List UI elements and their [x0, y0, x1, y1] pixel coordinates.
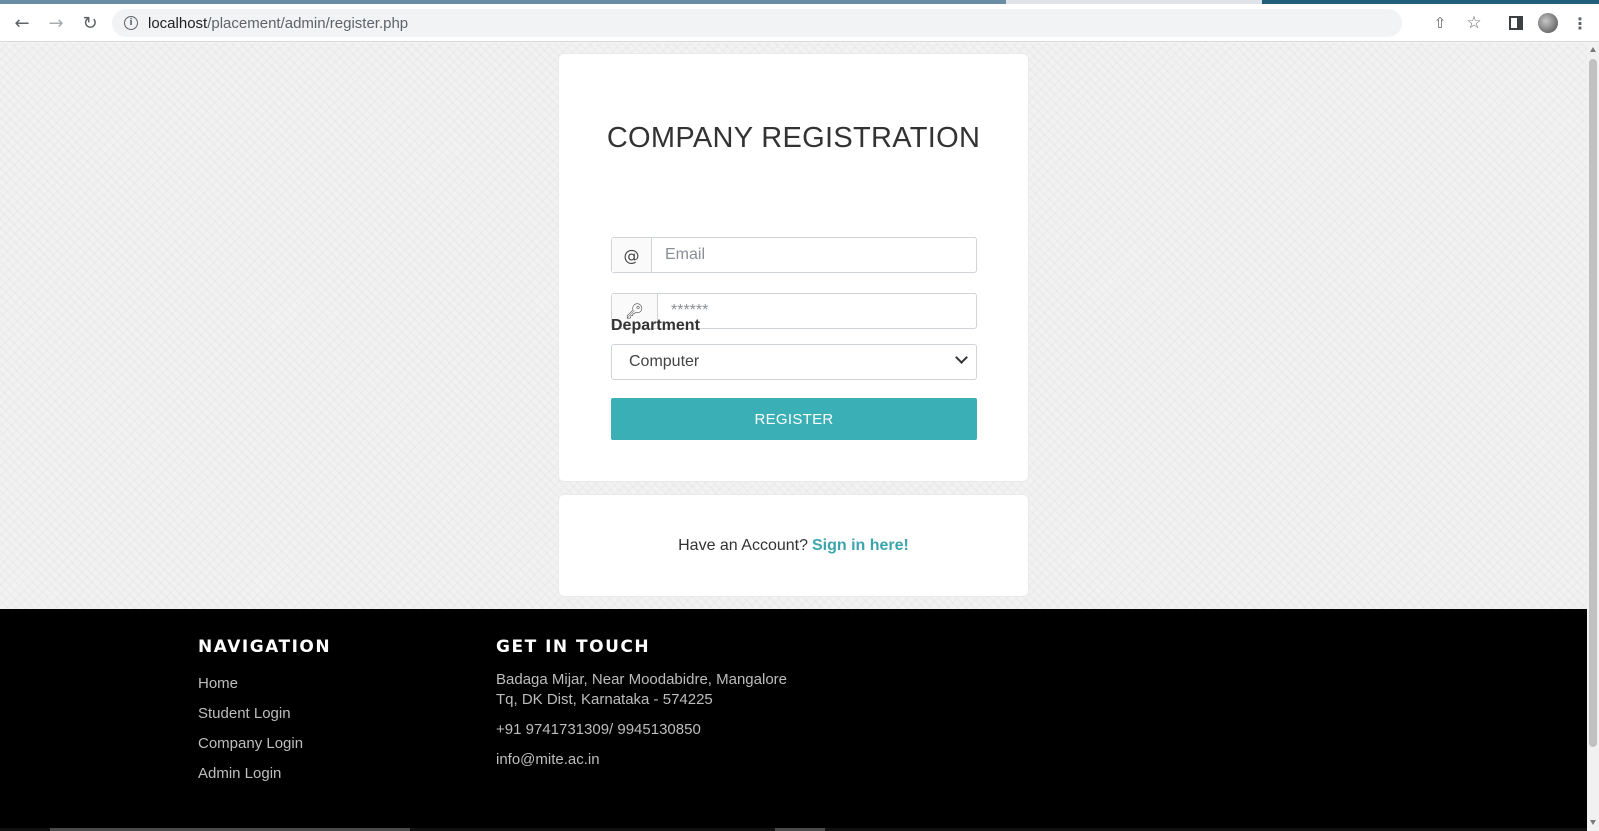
kebab-menu-icon[interactable]: ⋮: [1566, 9, 1594, 37]
footer-email[interactable]: info@mite.ac.in: [496, 750, 787, 770]
avatar-image: [1538, 13, 1558, 33]
vertical-scrollbar[interactable]: [1587, 43, 1599, 831]
browser-toolbar: ← → ↻ i localhost/placement/admin/regist…: [0, 4, 1599, 42]
department-selected-value: Computer: [629, 353, 700, 370]
side-panel-shape: [1509, 16, 1523, 30]
footer-link-company-login[interactable]: Company Login: [198, 734, 331, 764]
register-button[interactable]: REGISTER: [611, 398, 977, 440]
footer-link-home[interactable]: Home: [198, 674, 331, 704]
footer-link-admin-login[interactable]: Admin Login: [198, 764, 331, 794]
info-icon[interactable]: i: [124, 16, 138, 30]
address-line-2: Tq, DK Dist, Karnataka - 574225: [496, 691, 713, 708]
signin-prompt: Have an Account?: [678, 536, 808, 554]
page-title: COMPANY REGISTRATION: [606, 122, 981, 154]
footer-phone: +91 9741731309/ 9945130850: [496, 721, 701, 738]
star-icon[interactable]: ☆: [1460, 9, 1488, 37]
address-line-1: Badaga Mijar, Near Moodabidre, Mangalore: [496, 671, 787, 688]
department-select[interactable]: Computer: [611, 344, 977, 380]
scroll-down-arrow-icon[interactable]: [1590, 820, 1596, 825]
email-field[interactable]: [652, 238, 976, 272]
address-bar[interactable]: i localhost/placement/admin/register.php: [112, 9, 1402, 37]
footer-link-student-login[interactable]: Student Login: [198, 704, 331, 734]
chevron-down-icon: [955, 351, 968, 364]
registration-card: COMPANY REGISTRATION @ 🔑︎ Department Com…: [558, 53, 1029, 482]
scroll-up-arrow-icon[interactable]: [1590, 47, 1596, 52]
scrollbar-thumb[interactable]: [1589, 59, 1597, 747]
url-path: /placement/admin/register.php: [207, 14, 409, 32]
department-label: Department: [611, 317, 700, 334]
footer-contact-heading: GET IN TOUCH: [496, 637, 651, 657]
footer: NAVIGATION Home Student Login Company Lo…: [0, 609, 1587, 831]
page-viewport: COMPANY REGISTRATION @ 🔑︎ Department Com…: [0, 43, 1587, 831]
url-host: localhost: [148, 14, 208, 32]
email-input-group: @: [611, 237, 977, 273]
footer-nav-heading: NAVIGATION: [198, 637, 332, 657]
forward-arrow-icon[interactable]: →: [42, 9, 70, 37]
side-panel-icon[interactable]: [1502, 9, 1530, 37]
footer-navigation: NAVIGATION Home Student Login Company Lo…: [198, 637, 331, 794]
footer-address: Badaga Mijar, Near Moodabidre, Mangalore…: [496, 670, 787, 710]
share-icon[interactable]: ⇧: [1426, 9, 1454, 37]
footer-contact: GET IN TOUCH Badaga Mijar, Near Moodabid…: [496, 637, 787, 770]
reload-icon[interactable]: ↻: [76, 9, 104, 37]
signin-link[interactable]: Sign in here!: [812, 537, 909, 555]
signin-card: Have an Account? Sign in here!: [558, 494, 1029, 597]
at-sign-icon: @: [612, 238, 652, 272]
back-arrow-icon[interactable]: ←: [8, 9, 36, 37]
password-field[interactable]: [658, 294, 976, 328]
avatar[interactable]: [1534, 9, 1562, 37]
